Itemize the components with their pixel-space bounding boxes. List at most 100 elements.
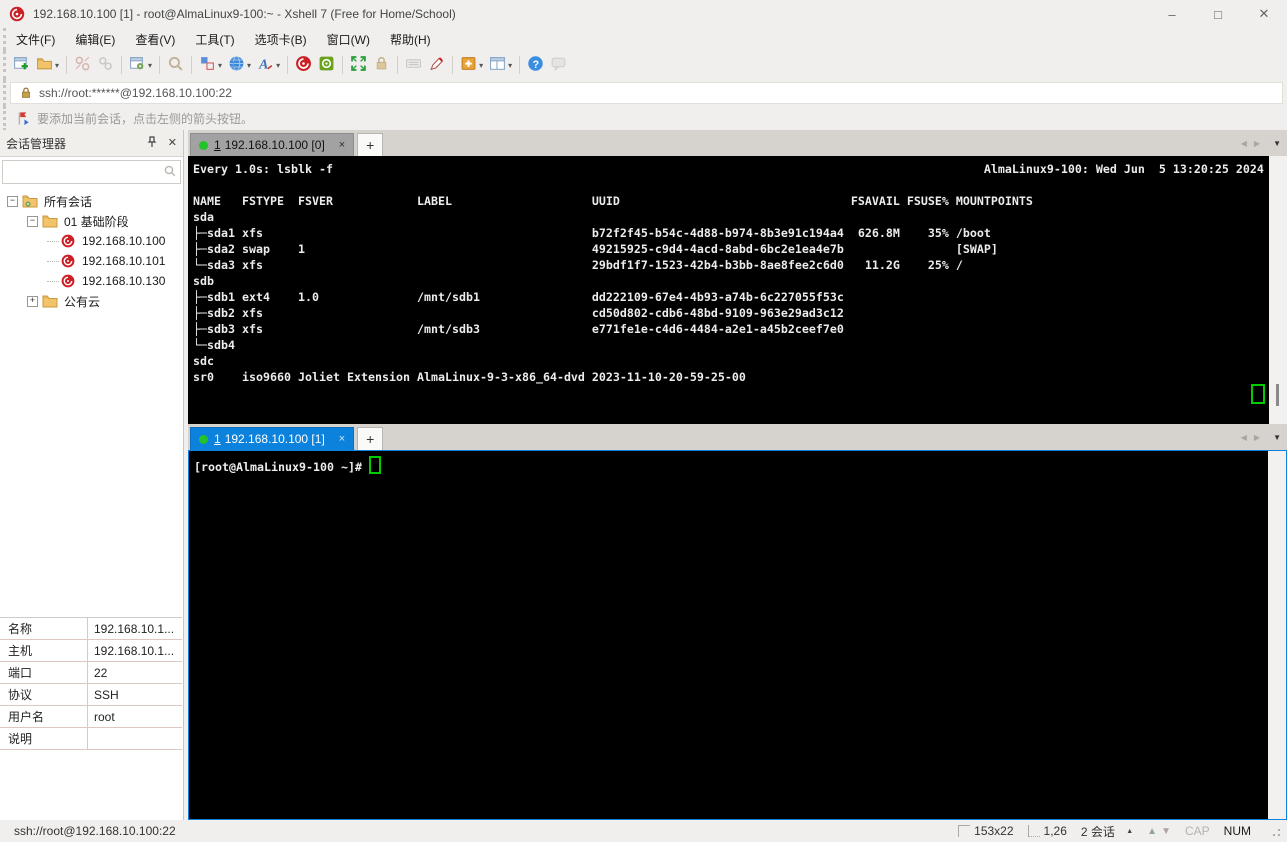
pin-icon[interactable] (146, 135, 158, 151)
terminal2-scrollbar[interactable] (1268, 451, 1286, 819)
cursor-position-icon (1027, 825, 1040, 837)
new-tab-button[interactable]: + (357, 427, 384, 450)
open-session-button[interactable]: ▾ (33, 53, 62, 77)
property-row-port: 端口 22 (0, 662, 182, 684)
session-icon (61, 234, 75, 248)
new-tab-button-toolbar[interactable]: ▾ (457, 53, 486, 77)
tree-item-session-101[interactable]: 192.168.10.101 (0, 251, 183, 271)
terminal1-tab-bar: 1 192.168.10.100 [0] × + ◀ ▶ ▼ (188, 130, 1287, 156)
collapse-icon[interactable]: − (7, 195, 18, 207)
tree-item-all-sessions[interactable]: − 所有会话 (0, 191, 183, 211)
property-label: 协议 (0, 684, 88, 705)
chevron-down-icon[interactable]: ▾ (508, 61, 512, 70)
terminal1-cursor (1251, 384, 1265, 404)
session-properties-button[interactable]: ▾ (126, 53, 155, 77)
menu-edit[interactable]: 编辑(E) (65, 31, 125, 48)
disconnect-button (71, 53, 94, 77)
resize-grip[interactable] (1269, 825, 1281, 837)
session-search-box[interactable] (2, 160, 181, 184)
tab-number: 1 (214, 138, 221, 152)
folder-icon (42, 294, 58, 308)
chevron-down-icon[interactable]: ▾ (55, 61, 59, 70)
session-count-button[interactable]: 2 会话 ▲ (1081, 823, 1133, 840)
tree-item-folder-cloud[interactable]: + 公有云 (0, 291, 183, 311)
panel-close-icon[interactable]: ✕ (168, 136, 177, 151)
new-tab-button[interactable]: + (357, 133, 384, 156)
property-row-name: 名称 192.168.10.1... (0, 618, 182, 640)
tree-item-label: 01 基础阶段 (64, 214, 129, 229)
layout-button[interactable]: ▾ (486, 53, 515, 77)
menu-tab[interactable]: 选项卡(B) (245, 31, 317, 48)
terminal-size: 153x22 (974, 824, 1014, 838)
tab-scroll-left-icon[interactable]: ◀ (1241, 433, 1247, 442)
fullscreen-icon (350, 55, 367, 75)
property-label: 说明 (0, 728, 88, 749)
menu-file[interactable]: 文件(F) (6, 31, 65, 48)
web-button[interactable]: ▾ (225, 53, 254, 77)
window-title: 192.168.10.100 [1] - root@AlmaLinux9-100… (33, 7, 456, 21)
reconnect-button (94, 53, 117, 77)
close-button[interactable]: ✕ (1241, 0, 1287, 28)
search-input[interactable] (3, 161, 180, 183)
compose-button[interactable]: ▾ (196, 53, 225, 77)
menu-view[interactable]: 查看(V) (125, 31, 185, 48)
fullscreen-button[interactable] (347, 53, 370, 77)
chevron-down-icon[interactable]: ▾ (218, 61, 222, 70)
terminal1-scrollbar[interactable] (1269, 156, 1287, 424)
tab-menu-icon[interactable]: ▼ (1273, 433, 1281, 442)
chevron-down-icon[interactable]: ▾ (247, 61, 251, 70)
xftp-button[interactable] (315, 53, 338, 77)
tab-close-icon[interactable]: × (339, 433, 345, 445)
session-icon (61, 274, 75, 288)
menu-window[interactable]: 窗口(W) (317, 31, 380, 48)
chevron-down-icon[interactable]: ▾ (276, 61, 280, 70)
expand-icon[interactable]: + (27, 295, 38, 307)
property-label: 主机 (0, 640, 88, 661)
menu-help[interactable]: 帮助(H) (380, 31, 441, 48)
tab-scroll-right-icon[interactable]: ▶ (1254, 433, 1260, 442)
tab-number: 1 (214, 432, 221, 446)
terminal1-tab[interactable]: 1 192.168.10.100 [0] × (190, 133, 355, 156)
font-button[interactable]: A ▾ (254, 53, 283, 77)
terminal2-content[interactable]: [root@AlmaLinux9-100 ~]# (188, 450, 1287, 820)
xftp-icon (318, 55, 335, 75)
session-properties-icon (129, 55, 146, 75)
tree-item-session-100[interactable]: 192.168.10.100 (0, 231, 183, 251)
tree-item-label: 公有云 (64, 294, 101, 309)
terminal2-cursor (368, 456, 381, 474)
help-button[interactable]: ? (524, 53, 547, 77)
tab-menu-icon[interactable]: ▼ (1273, 139, 1281, 148)
terminal2-screen[interactable]: [root@AlmaLinux9-100 ~]# (189, 451, 1268, 819)
scrollbar-thumb[interactable] (1276, 384, 1279, 406)
session-count: 2 会话 (1080, 824, 1115, 839)
highlight-button[interactable] (425, 53, 448, 77)
terminal1-content[interactable]: Every 1.0s: lsblk -f AlmaLinux9-100: Wed… (188, 156, 1287, 424)
xshell-button[interactable] (292, 53, 315, 77)
minimize-button[interactable]: – (1149, 0, 1195, 28)
tree-item-session-130[interactable]: 192.168.10.130 (0, 271, 183, 291)
tab-scroll-right-icon[interactable]: ▶ (1254, 139, 1260, 148)
chevron-down-icon[interactable]: ▾ (148, 61, 152, 70)
tab-label: 192.168.10.100 [0] (224, 138, 325, 152)
menu-tools[interactable]: 工具(T) (185, 31, 244, 48)
scroll-up-icon[interactable]: ▲ (1147, 826, 1157, 837)
tree-item-folder-base[interactable]: − 01 基础阶段 (0, 211, 183, 231)
terminal-size-icon (958, 825, 971, 837)
terminal2-tab[interactable]: 1 192.168.10.100 [1] × (190, 427, 355, 450)
maximize-button[interactable]: □ (1195, 0, 1241, 28)
find-button[interactable] (164, 53, 187, 77)
open-folder-icon (36, 55, 53, 75)
terminal1-screen[interactable]: Every 1.0s: lsblk -f AlmaLinux9-100: Wed… (188, 156, 1269, 424)
collapse-icon[interactable]: − (27, 215, 38, 227)
toolbar: ▾ ▾ ▾ ▾ A ▾ ▾ ▾ ? (3, 50, 1287, 80)
tab-scroll-left-icon[interactable]: ◀ (1241, 139, 1247, 148)
property-value (88, 728, 182, 749)
new-session-button[interactable] (10, 53, 33, 77)
tab-new-icon (460, 55, 477, 75)
chevron-down-icon[interactable]: ▾ (479, 61, 483, 70)
lock-icon (22, 87, 30, 98)
scroll-down-icon[interactable]: ▼ (1161, 826, 1171, 837)
address-field[interactable]: ssh://root:******@192.168.10.100:22 (10, 82, 1283, 104)
tab-close-icon[interactable]: × (339, 139, 345, 151)
xshell-icon (295, 55, 312, 75)
